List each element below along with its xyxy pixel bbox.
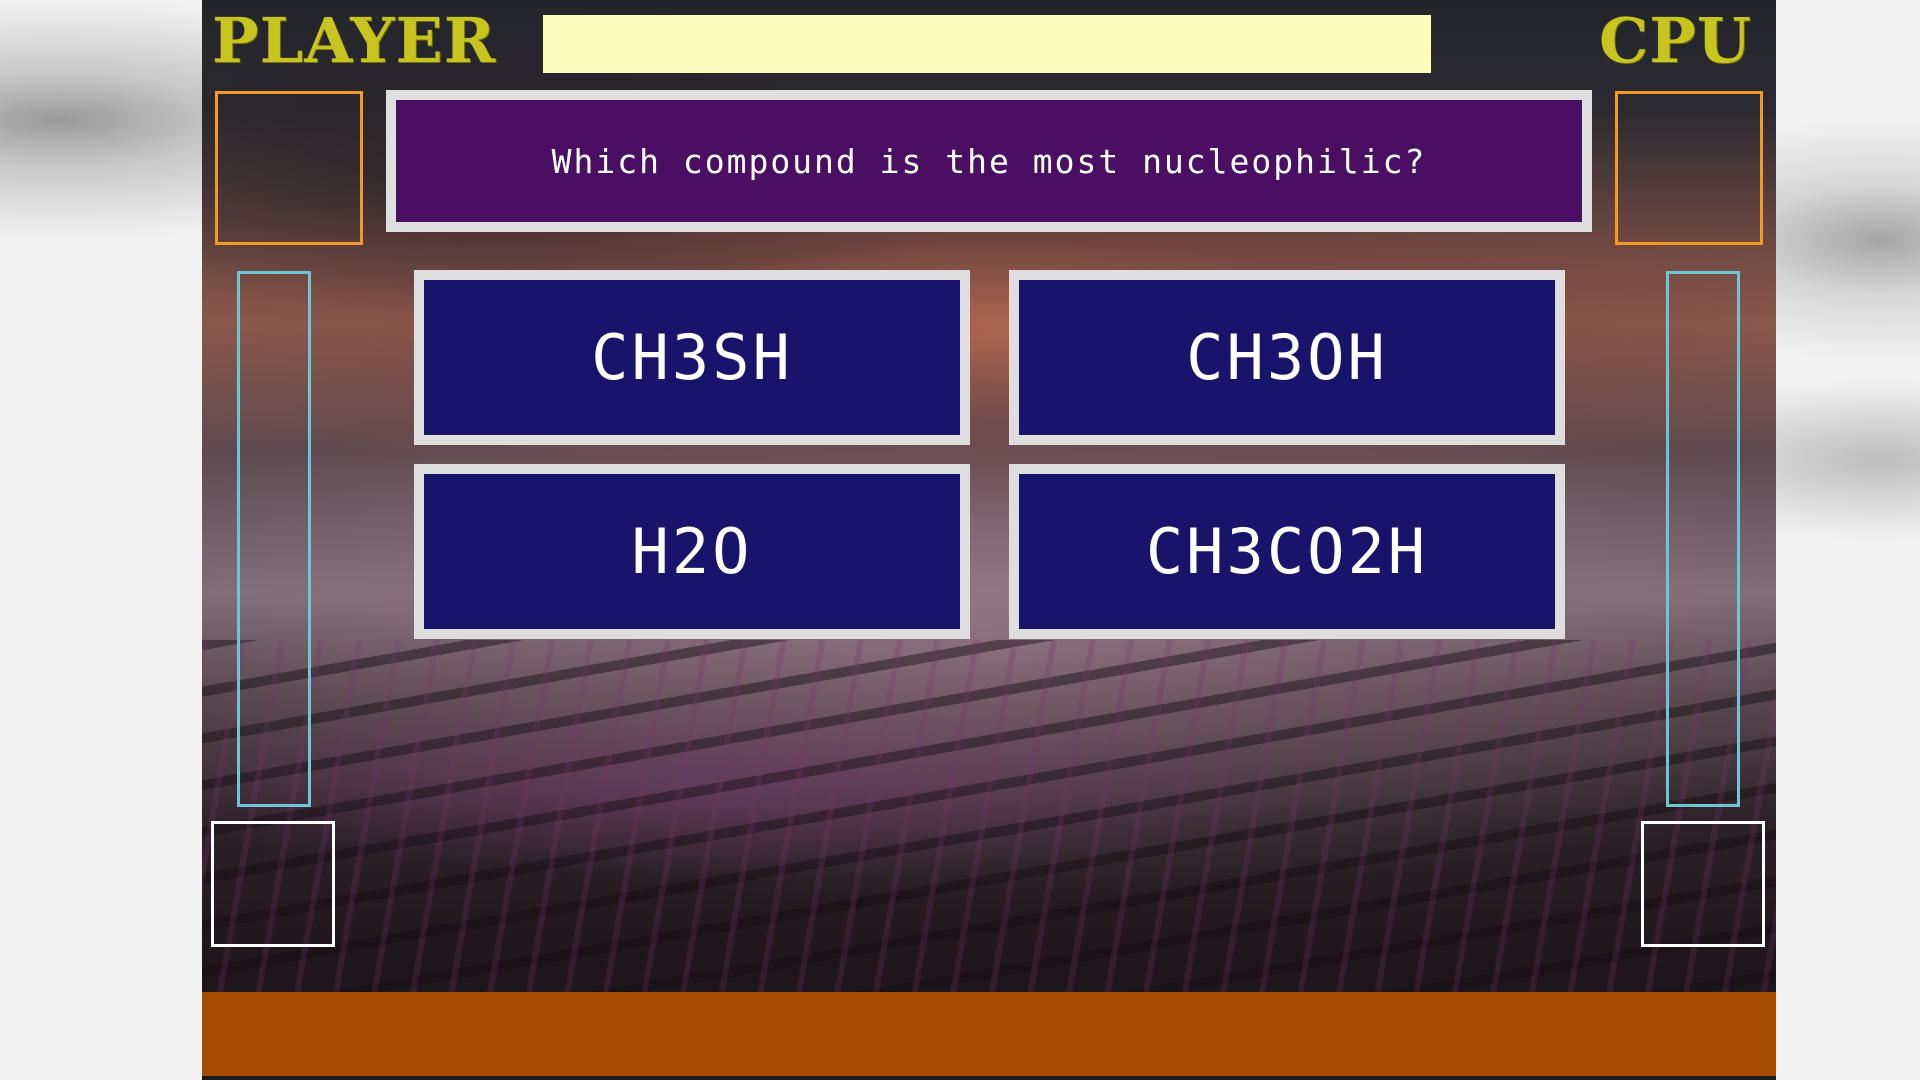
cpu-portrait-frame	[1615, 91, 1763, 245]
answer-label: H2O	[631, 515, 753, 588]
player-health-bar	[237, 271, 311, 807]
answer-label: CH3CO2H	[1145, 515, 1429, 588]
player-title: PLAYER	[212, 4, 497, 77]
answer-button-2[interactable]: CH3OH	[1009, 270, 1565, 445]
game-screen: PLAYER CPU Which compound is the most nu…	[202, 0, 1776, 1080]
player-item-slot	[211, 821, 335, 947]
cpu-health-bar	[1666, 271, 1740, 807]
answer-button-1[interactable]: CH3SH	[414, 270, 970, 445]
answer-label: CH3SH	[591, 321, 793, 394]
question-text: Which compound is the most nucleophilic?	[551, 141, 1427, 181]
timer-bar	[543, 15, 1431, 73]
footer-bar	[202, 992, 1776, 1080]
answer-label: CH3OH	[1186, 321, 1388, 394]
cpu-title: CPU	[1598, 4, 1752, 77]
cpu-item-slot	[1641, 821, 1765, 947]
footer-divider	[202, 1076, 1776, 1080]
player-portrait-frame	[215, 91, 363, 245]
answer-button-4[interactable]: CH3CO2H	[1009, 464, 1565, 639]
answer-button-3[interactable]: H2O	[414, 464, 970, 639]
question-panel: Which compound is the most nucleophilic?	[386, 90, 1592, 232]
background-cityscape	[202, 640, 1776, 992]
